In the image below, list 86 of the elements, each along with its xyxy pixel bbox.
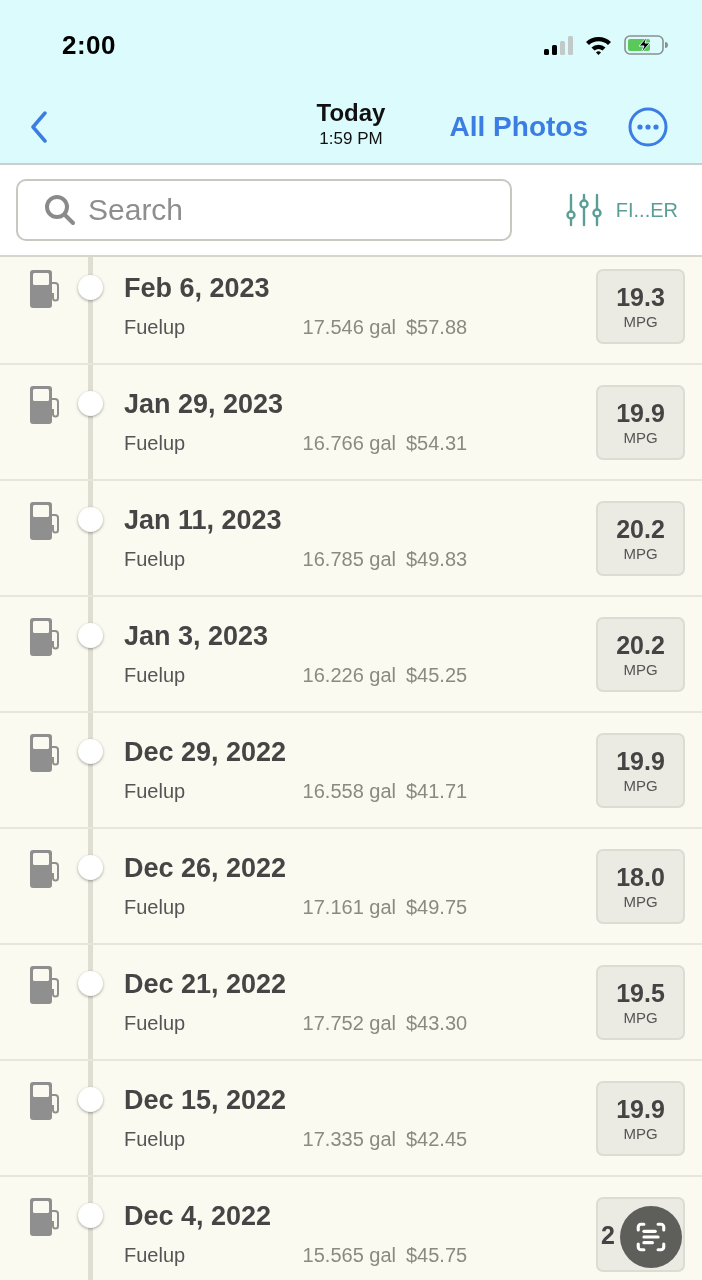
entry-date: Jan 11, 2023 (124, 504, 283, 537)
scan-text-icon (634, 1220, 668, 1254)
timeline-dot-icon (78, 507, 103, 532)
entry-cost: $42.45 (406, 1127, 468, 1151)
entry-type: Fuelup (124, 315, 187, 339)
entry-cost: $49.75 (406, 895, 468, 919)
entry-gallons: 17.335 gal (301, 1127, 396, 1151)
entry-date: Dec 26, 2022 (124, 852, 288, 885)
timeline-dot-icon (78, 1087, 103, 1112)
mpg-unit: MPG (623, 891, 658, 912)
mpg-value: 19.9 (616, 397, 665, 428)
all-photos-link[interactable]: All Photos (449, 110, 588, 143)
mpg-unit: MPG (623, 775, 658, 796)
fuel-pump-icon (30, 386, 60, 424)
entry-cost: $45.75 (406, 1243, 468, 1267)
entry-type: Fuelup (124, 1011, 187, 1035)
entry-gallons: 16.766 gal (301, 431, 396, 455)
mpg-value: 20.2 (616, 629, 665, 660)
fuel-pump-icon (30, 1198, 60, 1236)
entry-gallons: 15.565 gal (301, 1243, 396, 1267)
entry-cost: $57.88 (406, 315, 468, 339)
timeline-dot-icon (78, 1203, 103, 1228)
entry-cost: $43.30 (406, 1011, 468, 1035)
wifi-icon (585, 35, 612, 55)
search-field[interactable]: Search (16, 179, 512, 241)
mpg-value: 18.0 (616, 861, 665, 892)
entry-date: Dec 4, 2022 (124, 1200, 273, 1233)
entry-type: Fuelup (124, 779, 187, 803)
search-icon (44, 194, 76, 226)
entry-type: Fuelup (124, 431, 187, 455)
entry-cost: $45.25 (406, 663, 468, 687)
entry-cost: $41.71 (406, 779, 468, 803)
entry-type: Fuelup (124, 547, 187, 571)
entry-date: Jan 29, 2023 (124, 388, 285, 421)
mpg-value: 19.9 (616, 745, 665, 776)
fuel-pump-icon (30, 1082, 60, 1120)
fuel-pump-icon (30, 502, 60, 540)
fuel-pump-icon (30, 618, 60, 656)
entry-cost: $54.31 (406, 431, 468, 455)
more-button[interactable] (628, 106, 668, 147)
fuel-pump-icon (30, 850, 60, 888)
signal-icon (544, 35, 573, 55)
entry-date: Dec 29, 2022 (124, 736, 288, 769)
entry-type: Fuelup (124, 1127, 187, 1151)
fuel-pump-icon (30, 734, 60, 772)
timeline-dot-icon (78, 391, 103, 416)
mpg-unit: MPG (623, 543, 658, 564)
mpg-value: 19.3 (616, 281, 665, 312)
mpg-value: 2 (601, 1219, 615, 1250)
status-time: 2:00 (62, 29, 117, 61)
entry-type: Fuelup (124, 1243, 187, 1267)
more-icon (628, 106, 668, 147)
mpg-unit: MPG (623, 311, 658, 332)
entry-gallons: 17.752 gal (301, 1011, 396, 1035)
mpg-unit: MPG (623, 1007, 658, 1028)
sliders-icon (565, 193, 602, 227)
back-chevron-icon (30, 110, 48, 143)
timeline-dot-icon (78, 739, 103, 764)
mpg-value: 19.5 (616, 977, 665, 1008)
entry-date: Feb 6, 2023 (124, 272, 271, 305)
entry-type: Fuelup (124, 895, 187, 919)
mpg-unit: MPG (623, 659, 658, 680)
nav-subtitle: 1:59 PM (319, 127, 383, 150)
nav-title: Today (316, 97, 386, 128)
timeline-dot-icon (78, 855, 103, 880)
entry-date: Dec 21, 2022 (124, 968, 288, 1001)
entry-gallons: 17.546 gal (301, 315, 396, 339)
entry-type: Fuelup (124, 663, 187, 687)
timeline-dot-icon (78, 971, 103, 996)
mpg-unit: MPG (623, 1123, 658, 1144)
entry-gallons: 16.226 gal (301, 663, 396, 687)
battery-charging-icon (624, 35, 668, 55)
entry-gallons: 16.785 gal (301, 547, 396, 571)
entry-gallons: 16.558 gal (301, 779, 396, 803)
timeline-dot-icon (78, 623, 103, 648)
mpg-value: 20.2 (616, 513, 665, 544)
entry-date: Dec 15, 2022 (124, 1084, 288, 1117)
fuel-pump-icon (30, 966, 60, 1004)
mpg-unit: MPG (623, 427, 658, 448)
mpg-value: 19.9 (616, 1093, 665, 1124)
filter-button[interactable]: FI...ER (565, 189, 678, 231)
entry-gallons: 17.161 gal (301, 895, 396, 919)
timeline-dot-icon (78, 275, 103, 300)
entry-date: Jan 3, 2023 (124, 620, 270, 653)
entry-cost: $49.83 (406, 547, 468, 571)
fuel-pump-icon (30, 270, 60, 308)
